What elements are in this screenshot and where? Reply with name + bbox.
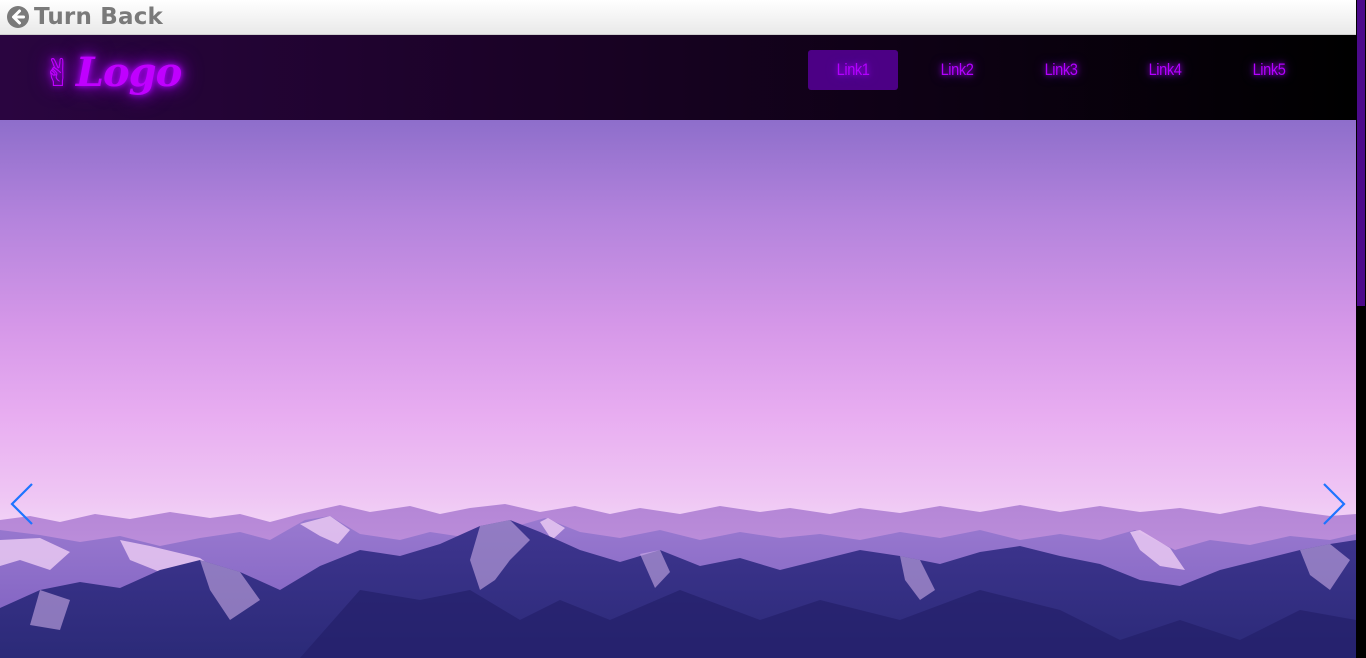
- page-scrollbar[interactable]: [1356, 0, 1366, 658]
- turn-back-button[interactable]: Turn Back: [6, 4, 163, 30]
- circle-arrow-left-icon: [6, 5, 30, 29]
- turn-back-label: Turn Back: [34, 4, 164, 30]
- chevron-left-icon: [10, 483, 33, 525]
- carousel-next-button[interactable]: [1318, 482, 1348, 526]
- scrollbar-thumb[interactable]: [1357, 0, 1365, 306]
- chevron-right-icon: [1323, 483, 1346, 525]
- mountain-slide-image: [0, 504, 1356, 658]
- logo-text: Logo: [75, 49, 182, 96]
- nav-link-5[interactable]: Link5: [1230, 50, 1307, 90]
- peace-hand-icon: ✌: [42, 50, 74, 95]
- top-bar: Turn Back: [0, 0, 1356, 35]
- nav-link-2[interactable]: Link2: [918, 50, 995, 90]
- nav-link-4[interactable]: Link4: [1126, 50, 1203, 90]
- hero-carousel: [0, 120, 1356, 658]
- nav-link-3[interactable]: Link3: [1022, 50, 1099, 90]
- nav-link-1[interactable]: Link1: [808, 50, 898, 90]
- carousel-prev-button[interactable]: [8, 482, 38, 526]
- nav-links: Link1 Link2 Link3 Link4 Link5: [808, 50, 1328, 90]
- navbar: ✌ Logo Link1 Link2 Link3 Link4 Link5: [0, 35, 1356, 120]
- nav-link-label: Link1: [836, 60, 870, 79]
- site-logo[interactable]: ✌ Logo: [42, 49, 182, 96]
